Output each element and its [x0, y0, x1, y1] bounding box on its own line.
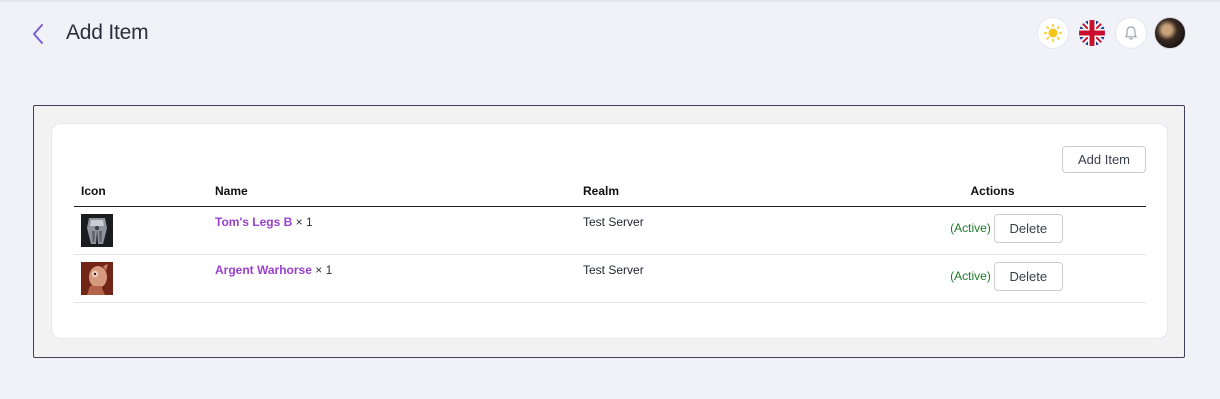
name-cell: Tom's Legs B × 1 [208, 206, 576, 255]
actions-cell: (Active) Delete [839, 206, 1146, 255]
chevron-left-icon [33, 24, 43, 44]
notifications-button[interactable] [1115, 17, 1147, 49]
sun-icon [1043, 23, 1063, 43]
item-name-link[interactable]: Argent Warhorse [215, 263, 312, 277]
delete-button[interactable]: Delete [993, 213, 1063, 243]
item-quantity: × 1 [295, 214, 313, 229]
column-header-actions: Actions [839, 176, 1146, 207]
icon-cell [74, 206, 208, 255]
column-header-name: Name [208, 176, 576, 207]
back-button[interactable] [26, 20, 50, 48]
table-row: Argent Warhorse × 1 Test Server (Active)… [74, 254, 1146, 303]
status-badge: (Active) [950, 269, 991, 283]
items-table: Icon Name Realm Actions Tom's Legs B × 1… [74, 176, 1146, 303]
content-panel: Add Item Icon Name Realm Actions Tom's L… [33, 105, 1185, 358]
item-name-link[interactable]: Tom's Legs B [215, 215, 292, 229]
items-card: Add Item Icon Name Realm Actions Tom's L… [51, 123, 1168, 339]
delete-button[interactable]: Delete [993, 261, 1063, 291]
table-header-row: Icon Name Realm Actions [74, 176, 1146, 207]
realm-label: Test Server [583, 262, 644, 277]
theme-toggle-button[interactable] [1037, 17, 1069, 49]
avatar[interactable] [1154, 17, 1186, 49]
column-header-realm: Realm [576, 176, 839, 207]
actions-cell: (Active) Delete [839, 254, 1146, 303]
warhorse-icon [81, 261, 113, 295]
realm-cell: Test Server [576, 206, 839, 255]
uk-flag-icon [1079, 20, 1105, 46]
status-badge: (Active) [950, 221, 991, 235]
bell-icon [1125, 26, 1137, 40]
top-actions [1037, 17, 1186, 49]
page-title: Add Item [66, 21, 149, 44]
item-quantity: × 1 [315, 262, 333, 277]
icon-cell [74, 254, 208, 303]
column-header-icon: Icon [74, 176, 208, 207]
armor-legs-icon [81, 213, 113, 247]
realm-cell: Test Server [576, 254, 839, 303]
name-cell: Argent Warhorse × 1 [208, 254, 576, 303]
realm-label: Test Server [583, 214, 644, 229]
add-item-button[interactable]: Add Item [1062, 146, 1146, 173]
language-button[interactable] [1076, 17, 1108, 49]
table-row: Tom's Legs B × 1 Test Server (Active) De… [74, 206, 1146, 255]
